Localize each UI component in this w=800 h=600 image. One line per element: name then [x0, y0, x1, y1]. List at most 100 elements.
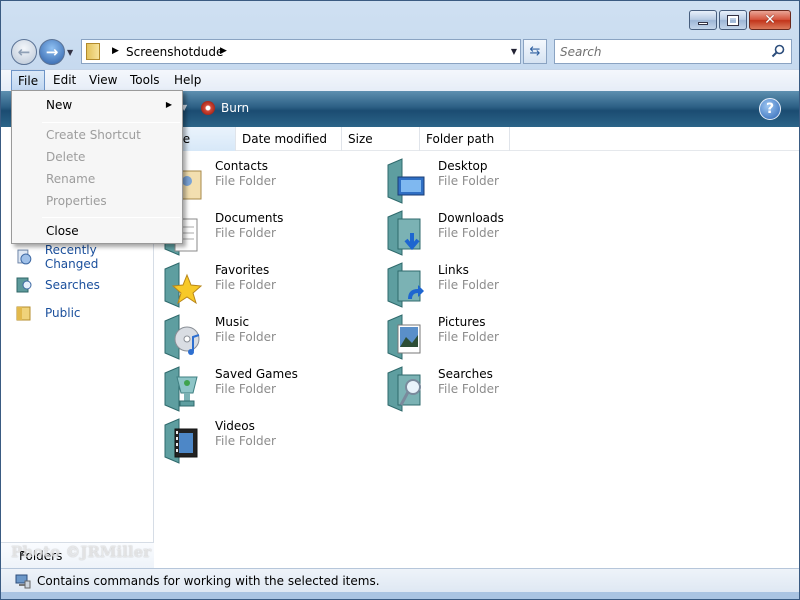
- column-header-date-modified[interactable]: Date modified: [236, 127, 342, 151]
- title-bar[interactable]: ✕: [1, 1, 799, 35]
- searches-folder-icon: [387, 366, 421, 412]
- computer-icon: [15, 574, 31, 589]
- menu-file[interactable]: File: [11, 70, 46, 92]
- folder-type: File Folder: [438, 382, 499, 396]
- maximize-button[interactable]: [719, 10, 747, 30]
- saved-games-folder-icon: [164, 366, 198, 412]
- folder-type: File Folder: [215, 278, 276, 292]
- menu-item-properties[interactable]: Properties: [12, 190, 182, 212]
- search-input[interactable]: [560, 45, 760, 59]
- search-box[interactable]: [554, 39, 792, 64]
- folder-tile-pictures[interactable]: Pictures File Folder: [378, 313, 588, 361]
- music-folder-icon: [164, 314, 200, 360]
- refresh-icon: ⇆: [529, 44, 541, 59]
- menu-bar: File Edit View Tools Help: [1, 69, 799, 92]
- folder-tile-searches[interactable]: Searches File Folder: [378, 365, 588, 413]
- public-folder-icon: [16, 306, 31, 321]
- folder-type: File Folder: [215, 382, 276, 396]
- folder-tile-links[interactable]: Links File Folder: [378, 261, 588, 309]
- address-dropdown-icon[interactable]: ▼: [511, 47, 517, 56]
- burn-label: Burn: [221, 101, 250, 115]
- folder-tile-documents[interactable]: Documents File Folder: [155, 209, 365, 257]
- forward-button[interactable]: →: [39, 39, 65, 65]
- menu-edit[interactable]: Edit: [47, 70, 82, 92]
- folders-toggle[interactable]: Folders ⌃: [1, 542, 154, 568]
- folder-name: Searches: [438, 367, 493, 381]
- minimize-button[interactable]: [689, 10, 717, 30]
- menu-item-create-shortcut[interactable]: Create Shortcut: [12, 124, 182, 146]
- videos-folder-icon: [164, 418, 198, 464]
- breadcrumb-chevron-icon[interactable]: ▶: [220, 46, 227, 56]
- pictures-folder-icon: [387, 314, 421, 360]
- folder-type: File Folder: [215, 330, 276, 344]
- help-button[interactable]: ?: [759, 98, 781, 120]
- folder-type: File Folder: [215, 226, 276, 240]
- folder-name: Music: [215, 315, 250, 329]
- folder-name: Contacts: [215, 159, 268, 173]
- folder-name: Documents: [215, 211, 284, 225]
- folder-type: File Folder: [438, 330, 499, 344]
- burn-button[interactable]: Burn: [201, 101, 249, 115]
- folder-tile-music[interactable]: Music File Folder: [155, 313, 365, 361]
- minimize-icon: [698, 21, 708, 25]
- back-arrow-icon: ←: [17, 43, 31, 61]
- nav-link-searches[interactable]: Searches: [15, 275, 100, 295]
- links-folder-icon: [387, 262, 424, 308]
- status-bar: Contains commands for working with the s…: [1, 568, 799, 592]
- column-header-folder-path[interactable]: Folder path: [420, 127, 510, 151]
- explorer-window: ✕ ← → ▼ ▶ Screenshotdude ▶ ▼ ⇆ File Edit…: [0, 0, 800, 600]
- search-icon[interactable]: [771, 44, 785, 58]
- column-headers: me Date modified Size Folder path: [155, 127, 799, 151]
- menu-separator: [42, 122, 180, 123]
- folder-type: File Folder: [438, 226, 499, 240]
- menu-item-label: New: [46, 98, 73, 112]
- chevron-up-icon: ⌃: [19, 549, 30, 563]
- address-bar[interactable]: ▶ Screenshotdude ▶ ▼: [81, 39, 521, 64]
- nav-link-label: Recently Changed: [44, 243, 99, 271]
- refresh-button[interactable]: ⇆: [523, 39, 547, 64]
- burn-disc-icon: [201, 101, 215, 115]
- window-controls: ✕: [687, 10, 791, 30]
- folder-name: Links: [438, 263, 469, 277]
- searches-icon: [16, 277, 32, 293]
- folder-name: Desktop: [438, 159, 488, 173]
- desktop-folder-icon: [387, 158, 425, 204]
- breadcrumb-location[interactable]: Screenshotdude: [126, 45, 223, 59]
- recent-pages-dropdown[interactable]: ▼: [67, 48, 73, 57]
- folder-tile-desktop[interactable]: Desktop File Folder: [378, 157, 588, 205]
- file-menu-dropdown: New ▶ Create Shortcut Delete Rename Prop…: [11, 90, 183, 244]
- folder-tile-videos[interactable]: Videos File Folder: [155, 417, 365, 465]
- recently-changed-icon: [17, 249, 32, 265]
- folder-type: File Folder: [438, 278, 499, 292]
- menu-separator: [42, 217, 180, 218]
- folder-tile-favorites[interactable]: Favorites File Folder: [155, 261, 365, 309]
- nav-link-recently-changed[interactable]: Recently Changed: [15, 243, 153, 271]
- folder-type: File Folder: [215, 174, 276, 188]
- downloads-folder-icon: [387, 210, 421, 256]
- menu-tools[interactable]: Tools: [124, 70, 166, 92]
- folder-type: File Folder: [438, 174, 499, 188]
- submenu-arrow-icon: ▶: [165, 100, 172, 109]
- column-header-size[interactable]: Size: [342, 127, 420, 151]
- nav-link-public[interactable]: Public: [15, 303, 81, 323]
- folder-name: Pictures: [438, 315, 486, 329]
- favorites-folder-icon: [164, 262, 203, 308]
- folder-type: File Folder: [215, 434, 276, 448]
- menu-item-new[interactable]: New ▶: [12, 94, 182, 116]
- folder-name: Favorites: [215, 263, 270, 277]
- menu-view[interactable]: View: [83, 70, 123, 92]
- breadcrumb-chevron-icon[interactable]: ▶: [112, 46, 119, 56]
- menu-item-rename[interactable]: Rename: [12, 168, 182, 190]
- folder-tile-downloads[interactable]: Downloads File Folder: [378, 209, 588, 257]
- menu-item-close[interactable]: Close: [12, 220, 182, 242]
- folder-tile-contacts[interactable]: Contacts File Folder: [155, 157, 365, 205]
- back-button[interactable]: ←: [11, 39, 37, 65]
- menu-item-delete[interactable]: Delete: [12, 146, 182, 168]
- nav-link-label: Searches: [45, 278, 100, 292]
- folder-tile-saved-games[interactable]: Saved Games File Folder: [155, 365, 365, 413]
- status-text: Contains commands for working with the s…: [37, 574, 380, 588]
- menu-help[interactable]: Help: [168, 70, 207, 92]
- folder-icon: [86, 43, 100, 60]
- navigation-row: ← → ▼ ▶ Screenshotdude ▶ ▼ ⇆: [1, 35, 799, 69]
- close-button[interactable]: ✕: [749, 10, 791, 30]
